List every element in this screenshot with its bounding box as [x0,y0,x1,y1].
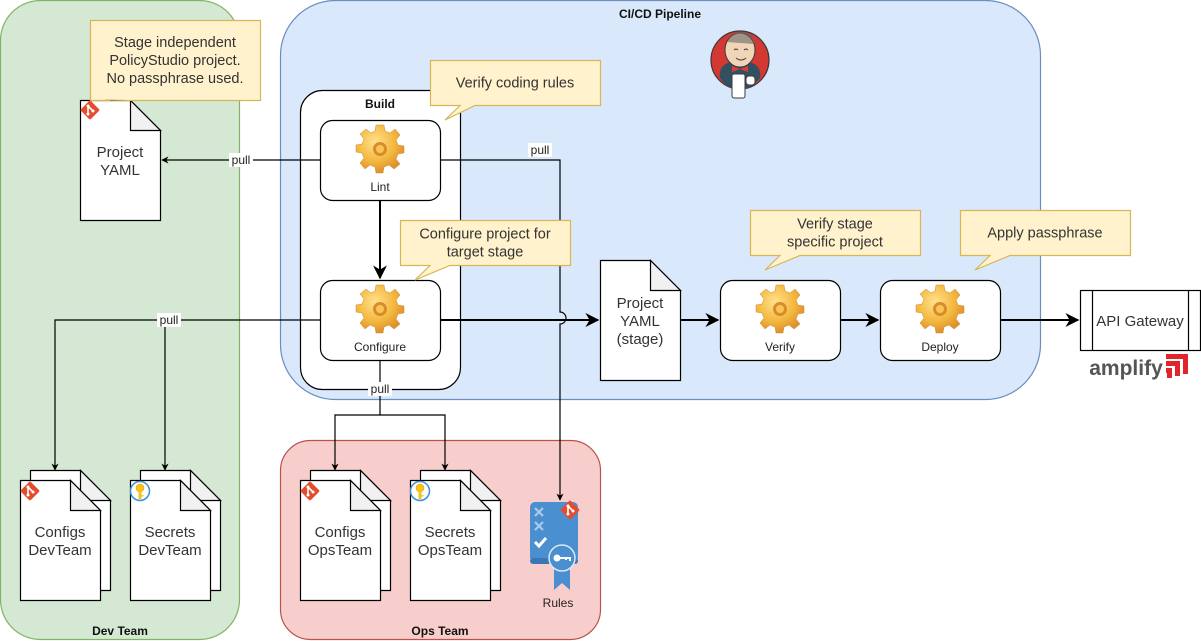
doc-yaml-stage-line2: YAML [620,313,660,330]
doc-secrets-devteam-line1: Secrets [145,524,196,541]
pull-label-devteam: pull [160,313,179,327]
amplify-logo: amplify [1089,354,1188,380]
gear-icon [755,284,805,334]
doc-configs-devteam-line1: Configs [35,524,86,541]
doc-project-yaml-line1: Project [97,144,145,161]
amplify-wordmark: amplify [1089,357,1163,380]
note-verify-stage-specific-line2: specific project [787,235,883,251]
key-icon [129,480,151,502]
doc-secrets-opsteam-line2: OpsTeam [418,542,482,559]
rules-label: Rules [543,596,574,610]
doc-project-yaml-stage[interactable]: Project YAML (stage) [599,259,682,382]
doc-configs-devteam-line2: DevTeam [28,542,91,559]
doc-yaml-stage-line1: Project [617,295,665,312]
doc-configs-opsteam-line2: OpsTeam [308,542,372,559]
key-icon [409,480,431,502]
build-label: Build [365,97,395,111]
doc-project-yaml[interactable]: Project YAML [79,99,162,222]
doc-secrets-opsteam[interactable]: SecretsOpsTeam [409,469,502,602]
api-gateway[interactable]: API Gateway [1079,289,1201,352]
step-lint-label: Lint [370,180,390,194]
doc-secrets-opsteam-line1: Secrets [425,524,476,541]
doc-configs-devteam[interactable]: ConfigsDevTeam [19,469,112,602]
doc-project-yaml-line2: YAML [100,162,140,179]
step-deploy[interactable]: Deploy [879,279,1002,362]
note-stage-independent-line1: Stage independent [114,35,236,51]
step-verify[interactable]: Verify [719,279,842,362]
doc-secrets-devteam-line2: DevTeam [138,542,201,559]
doc-secrets-devteam[interactable]: SecretsDevTeam [129,469,222,602]
ops-team-label: Ops Team [411,624,468,638]
api-gateway-label: API Gateway [1096,313,1184,330]
doc-yaml-stage-line3: (stage) [617,331,664,348]
note-apply-passphrase-line1: Apply passphrase [987,226,1102,242]
pull-label-project-yaml: pull [232,153,251,167]
doc-configs-opsteam[interactable]: ConfigsOpsTeam [299,469,392,602]
pull-label-rules: pull [531,143,550,157]
note-apply-passphrase: Apply passphrase [959,209,1132,271]
note-configure-target-stage-line1: Configure project for [419,227,551,243]
note-verify-stage-specific-line1: Verify stage [797,217,873,233]
note-stage-independent-line3: No passphrase used. [106,71,243,87]
note-verify-coding-rules-line1: Verify coding rules [456,76,574,92]
note-configure-target-stage-line2: target stage [447,245,524,261]
step-verify-label: Verify [765,340,795,354]
step-lint[interactable]: Lint [319,119,442,202]
gear-icon [915,284,965,334]
step-deploy-label: Deploy [921,340,958,354]
dev-team-label: Dev Team [92,624,148,638]
amplify-icon [1166,354,1188,378]
gear-icon [355,124,405,174]
cicd-pipeline-label: CI/CD Pipeline [619,7,701,21]
doc-configs-opsteam-line1: Configs [315,524,366,541]
pull-label-opsteam: pull [371,382,390,396]
gear-icon [355,284,405,334]
step-configure-label: Configure [354,340,406,354]
pipeline-diagram: Dev Team CI/CD Pipeline Ops Team Build p… [0,0,1201,641]
step-configure[interactable]: Configure [319,279,442,362]
note-stage-independent-line2: PolicyStudio project. [109,53,240,69]
note-stage-independent: Stage independent PolicyStudio project. No… [89,19,262,102]
